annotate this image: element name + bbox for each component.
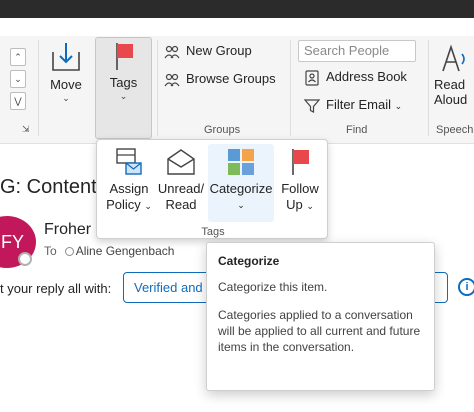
tab-strip [0, 18, 474, 38]
unread-read-button[interactable]: Unread/ Read [155, 144, 207, 222]
follow-up-label-2: Up [286, 197, 303, 212]
address-book-button[interactable]: Address Book [304, 69, 407, 86]
assign-policy-icon [116, 148, 142, 175]
read-aloud-label-1: Read [434, 77, 466, 92]
scroll-down-control[interactable]: ⌄ [10, 70, 26, 88]
email-subject: G: Content [0, 176, 97, 198]
speech-group-label: Speech [436, 124, 474, 136]
flag-icon [292, 149, 309, 175]
assign-policy-label-2: Policy [106, 197, 141, 212]
to-label: To [44, 244, 57, 258]
tags-dropdown-label: Tags [201, 226, 225, 238]
dialog-launcher-icon[interactable]: ⇲ [22, 124, 30, 135]
groups-group-label: Groups [204, 124, 241, 136]
address-book-icon [305, 69, 319, 86]
sender-name[interactable]: Froher [44, 221, 91, 239]
recipients-line: To Aline Gengenbach [44, 244, 174, 258]
unread-read-label-2: Read [165, 197, 197, 212]
ribbon-separator [428, 40, 429, 136]
filter-icon [303, 98, 321, 113]
read-aloud-icon [442, 44, 465, 72]
chevron-down-icon: ⌄ [394, 101, 403, 111]
categorize-icon [228, 149, 254, 175]
ribbon-separator [157, 40, 158, 136]
move-label: Move [50, 77, 82, 92]
search-people-input[interactable]: Search People [298, 40, 416, 62]
envelope-icon [167, 149, 195, 175]
people-icon [164, 73, 180, 86]
tags-label: Tags [109, 75, 138, 90]
tooltip-summary: Categorize this item. [218, 280, 328, 294]
move-icon [52, 43, 80, 71]
unread-read-label-1: Unread/ [157, 181, 205, 196]
read-aloud-label-2: Aloud [434, 92, 468, 107]
recipient-status-icon [64, 247, 74, 256]
new-group-label: New Group [186, 43, 252, 58]
browse-groups-label: Browse Groups [186, 71, 276, 86]
info-icon[interactable]: i [458, 278, 474, 296]
new-group-button[interactable]: New Group [164, 43, 252, 60]
flag-icon [115, 43, 133, 70]
follow-up-label-1: Follow [281, 181, 319, 196]
follow-up-button[interactable]: Follow Up ⌄ [275, 144, 325, 222]
suggested-reply-button[interactable]: Verified and r [123, 272, 218, 303]
chevron-down-icon: ⌄ [62, 93, 70, 103]
chevron-down-icon: ⌄ [144, 201, 152, 211]
chevron-down-icon: ⌄ [306, 201, 314, 211]
chevron-down-icon: ⌄ [119, 91, 128, 101]
people-icon [164, 45, 180, 58]
chevron-down-icon: ⌄ [237, 200, 245, 210]
categorize-button[interactable]: Categorize ⌄ [208, 144, 274, 222]
suggested-reply-prompt: t your reply all with: [0, 281, 112, 296]
read-aloud-button[interactable]: Read Aloud [434, 44, 474, 107]
find-group-label: Find [346, 124, 368, 136]
title-bar [0, 0, 474, 18]
tooltip-detail: Categories applied to a conversation wil… [218, 308, 421, 354]
tags-button-content[interactable]: Tags ⌄ [95, 40, 152, 102]
recipient-name[interactable]: Aline Gengenbach [76, 244, 175, 258]
presence-status-icon [18, 252, 32, 266]
ribbon-separator [290, 40, 291, 136]
categorize-tooltip: Categorize Categorize this item. Categor… [206, 242, 435, 391]
expand-control[interactable]: ⋁ [10, 92, 26, 110]
tooltip-title: Categorize [218, 254, 280, 268]
scroll-up-control[interactable]: ⌃ [10, 48, 26, 66]
avatar-initials: FY [0, 232, 24, 252]
browse-groups-button[interactable]: Browse Groups [164, 71, 276, 88]
assign-policy-label-1: Assign [109, 181, 149, 196]
move-button[interactable]: Move ⌄ [44, 40, 88, 104]
tags-dropdown: Assign Policy ⌄ Unread/ Read Categorize … [96, 139, 328, 239]
assign-policy-button[interactable]: Assign Policy ⌄ [103, 144, 155, 222]
filter-email-button[interactable]: Filter Email ⌄ [303, 97, 403, 114]
address-book-label: Address Book [326, 69, 407, 84]
filter-email-label: Filter Email [326, 97, 392, 112]
ribbon-separator [38, 40, 39, 136]
categorize-label: Categorize [209, 181, 273, 196]
